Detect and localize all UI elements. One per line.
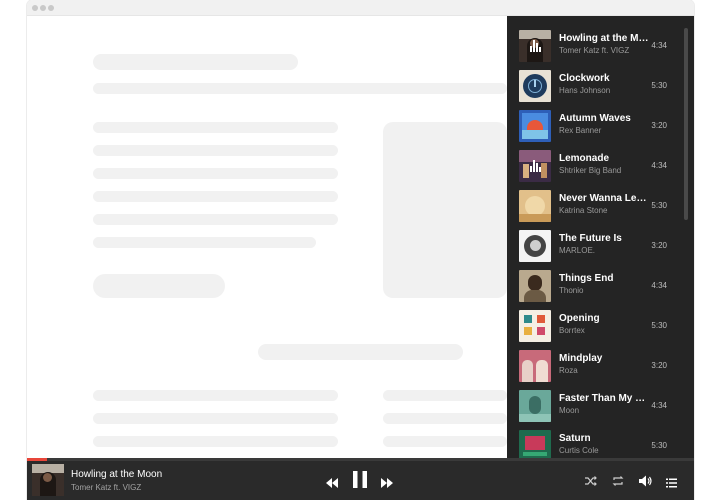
now-playing-artist: Tomer Katz ft. VIGZ bbox=[71, 483, 142, 492]
track-title: Saturn bbox=[559, 433, 591, 444]
track-artist: Curtis Cole bbox=[559, 446, 599, 455]
track-cover bbox=[519, 350, 551, 382]
track-cover bbox=[519, 110, 551, 142]
queue-list-icon[interactable] bbox=[666, 475, 677, 493]
now-playing-bars-icon bbox=[530, 40, 542, 52]
title-bar bbox=[27, 0, 694, 16]
track-duration: 4:34 bbox=[651, 401, 667, 410]
track-duration: 4:34 bbox=[651, 41, 667, 50]
track-title: Opening bbox=[559, 313, 600, 324]
track-artist: Shtriker Big Band bbox=[559, 166, 622, 175]
track-artist: Rex Banner bbox=[559, 126, 602, 135]
track-cover bbox=[519, 430, 551, 458]
track-artist: Hans Johnson bbox=[559, 86, 611, 95]
track-artist: Roza bbox=[559, 366, 578, 375]
skeleton-line bbox=[93, 191, 338, 202]
now-playing-cover bbox=[32, 464, 64, 496]
skeleton-image bbox=[383, 122, 507, 298]
track-title: Faster Than My Heart bbox=[559, 393, 649, 404]
track-duration: 3:20 bbox=[651, 361, 667, 370]
skeleton-line bbox=[383, 436, 507, 447]
track-duration: 4:34 bbox=[651, 161, 667, 170]
skeleton-heading bbox=[93, 54, 298, 70]
skeleton-line bbox=[93, 122, 338, 133]
track-artist: Tomer Katz ft. VIGZ bbox=[559, 46, 630, 55]
window-maximize-dot[interactable] bbox=[48, 5, 54, 11]
player-bar: Howling at the Moon Tomer Katz ft. VIGZ bbox=[27, 461, 694, 500]
track-duration: 3:20 bbox=[651, 241, 667, 250]
track-cover bbox=[519, 150, 551, 182]
playlist-track[interactable]: Faster Than My Heart Moon 4:34 bbox=[507, 386, 694, 426]
track-title: Howling at the Moon bbox=[559, 33, 649, 44]
skeleton-line bbox=[383, 390, 507, 401]
track-duration: 5:30 bbox=[651, 441, 667, 450]
now-playing-title: Howling at the Moon bbox=[71, 469, 163, 480]
track-artist: MARLOE. bbox=[559, 246, 596, 255]
skeleton-line bbox=[93, 168, 338, 179]
track-duration: 3:20 bbox=[651, 121, 667, 130]
skeleton-heading bbox=[258, 344, 463, 360]
playlist-panel[interactable]: Howling at the Moon Tomer Katz ft. VIGZ 4:… bbox=[507, 16, 694, 458]
rewind-icon[interactable] bbox=[326, 475, 338, 493]
track-duration: 5:30 bbox=[651, 81, 667, 90]
track-cover bbox=[519, 30, 551, 62]
track-title: Mindplay bbox=[559, 353, 603, 364]
skeleton-button bbox=[93, 274, 225, 298]
track-cover bbox=[519, 390, 551, 422]
playlist-track[interactable]: Things End Thonio 4:34 bbox=[507, 266, 694, 306]
track-title: Lemonade bbox=[559, 153, 610, 164]
track-artist: Borrtex bbox=[559, 326, 585, 335]
playlist-track[interactable]: Howling at the Moon Tomer Katz ft. VIGZ 4:… bbox=[507, 26, 694, 66]
app-window: Howling at the Moon Tomer Katz ft. VIGZ 4:… bbox=[27, 0, 694, 500]
playlist-track[interactable]: Saturn Curtis Cole 5:30 bbox=[507, 426, 694, 458]
volume-icon[interactable] bbox=[639, 474, 653, 492]
track-cover bbox=[519, 230, 551, 262]
track-artist: Katrina Stone bbox=[559, 206, 608, 215]
playlist-track[interactable]: Mindplay Roza 3:20 bbox=[507, 346, 694, 386]
track-title: Things End bbox=[559, 273, 614, 284]
window-close-dot[interactable] bbox=[32, 5, 38, 11]
track-duration: 5:30 bbox=[651, 321, 667, 330]
playlist-track[interactable]: The Future Is MARLOE. 3:20 bbox=[507, 226, 694, 266]
track-title: Never Wanna Let You Go bbox=[559, 193, 649, 204]
playlist-track[interactable]: Clockwork Hans Johnson 5:30 bbox=[507, 66, 694, 106]
fast-forward-icon[interactable] bbox=[381, 475, 393, 493]
track-duration: 5:30 bbox=[651, 201, 667, 210]
repeat-icon[interactable] bbox=[612, 474, 624, 492]
skeleton-line bbox=[383, 413, 507, 424]
skeleton-line bbox=[93, 214, 338, 225]
playlist-track[interactable]: Never Wanna Let You Go Katrina Stone 5:30 bbox=[507, 186, 694, 226]
track-cover bbox=[519, 270, 551, 302]
track-artist: Moon bbox=[559, 406, 580, 415]
track-cover bbox=[519, 70, 551, 102]
track-title: Clockwork bbox=[559, 73, 610, 84]
track-title: Autumn Waves bbox=[559, 113, 631, 124]
placeholder-content bbox=[27, 16, 507, 458]
window-minimize-dot[interactable] bbox=[40, 5, 46, 11]
skeleton-line bbox=[93, 145, 338, 156]
now-playing-bars-icon bbox=[530, 160, 542, 172]
skeleton-line bbox=[93, 436, 338, 447]
skeleton-line bbox=[93, 237, 316, 248]
track-duration: 4:34 bbox=[651, 281, 667, 290]
skeleton-line bbox=[93, 83, 507, 94]
track-cover bbox=[519, 310, 551, 342]
track-title: The Future Is bbox=[559, 233, 622, 244]
skeleton-line bbox=[93, 390, 338, 401]
track-artist: Thonio bbox=[559, 286, 584, 295]
shuffle-icon[interactable] bbox=[585, 474, 597, 492]
skeleton-line bbox=[93, 413, 338, 424]
pause-icon[interactable] bbox=[353, 471, 367, 493]
playlist-track[interactable]: Lemonade Shtriker Big Band 4:34 bbox=[507, 146, 694, 186]
playlist-track[interactable]: Autumn Waves Rex Banner 3:20 bbox=[507, 106, 694, 146]
track-cover bbox=[519, 190, 551, 222]
playlist-track[interactable]: Opening Borrtex 5:30 bbox=[507, 306, 694, 346]
